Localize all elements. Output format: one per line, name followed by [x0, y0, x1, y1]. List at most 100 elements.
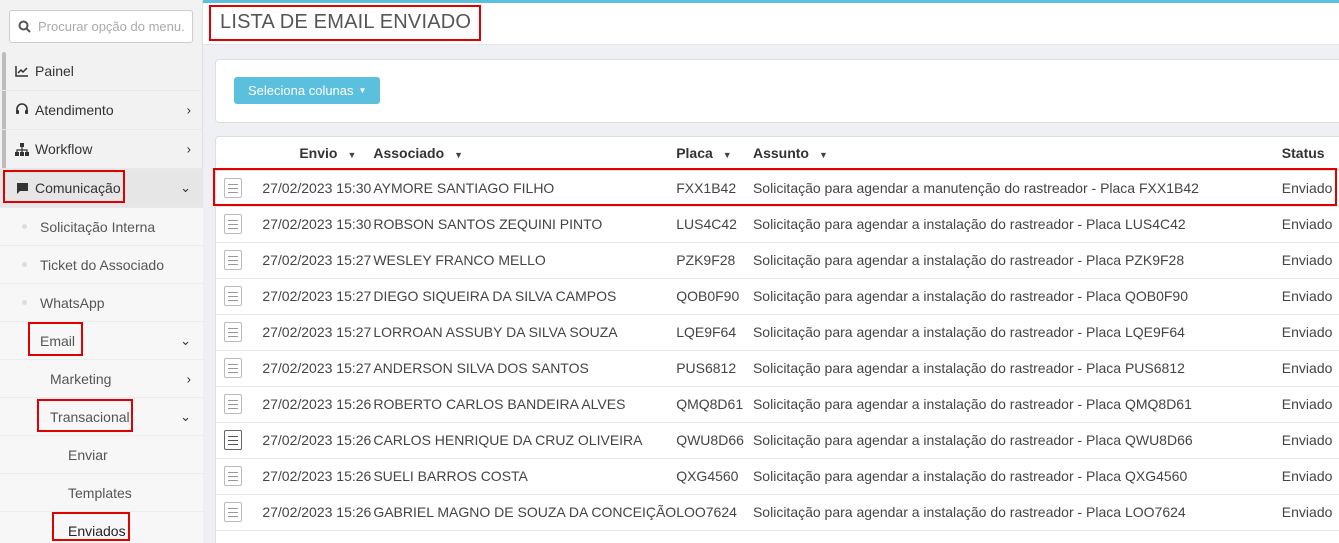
tree-dot	[22, 262, 27, 267]
cell-associado: SUELI BARROS COSTA	[371, 458, 677, 495]
sidebar-item-whatsapp[interactable]: WhatsApp	[0, 284, 203, 322]
cell-envio: 27/02/2023 15:27	[254, 242, 372, 279]
document-icon-line	[228, 187, 238, 189]
table-row[interactable]: 27/02/2023 15:26 CARLOS HENRIQUE DA CRUZ …	[216, 422, 1339, 459]
tree-dot	[22, 224, 27, 229]
chevron-right-icon: ›	[186, 141, 191, 157]
table-row[interactable]: 27/02/2023 15:26 GABRIEL MAGNO DE SOUZA D…	[216, 494, 1339, 531]
sidebar-item-solicitacao-interna[interactable]: Solicitação Interna	[0, 208, 203, 246]
main-content: Seleciona colunas ▼ Envio ▼ Associado ▼ Pl…	[203, 45, 1339, 543]
document-icon-line	[228, 407, 238, 409]
document-icon[interactable]	[224, 466, 242, 486]
document-icon-line	[228, 259, 238, 261]
cell-associado: DIEGO SIQUEIRA DA SILVA CAMPOS	[371, 278, 677, 315]
table-row[interactable]: 27/02/2023 15:27 ANDERSON SILVA DOS SANTO…	[216, 350, 1339, 387]
table-row[interactable]: 27/02/2023 15:27 DIEGO SIQUEIRA DA SILVA …	[216, 278, 1339, 315]
document-icon[interactable]	[224, 502, 242, 522]
cell-actions	[216, 458, 255, 495]
sidebar-item-label: Templates	[68, 484, 132, 501]
cell-assunto: Solicitação para agendar a instalação do…	[752, 206, 1282, 243]
sidebar-item-workflow[interactable]: Workflow ›	[0, 130, 203, 169]
cell-envio: 27/02/2023 15:30	[254, 169, 372, 207]
email-table: Envio ▼ Associado ▼ Placa ▼ Assunto ▼ Status…	[216, 137, 1339, 531]
cell-status: Enviado	[1281, 242, 1339, 279]
cell-placa: PUS6812	[676, 350, 753, 387]
sidebar-item-label: Solicitação Interna	[40, 218, 156, 235]
sidebar-item-enviados[interactable]: Enviados	[0, 512, 203, 543]
table-row[interactable]: 27/02/2023 15:30 AYMORE SANTIAGO FILHO FXX…	[216, 169, 1339, 207]
cell-assunto: Solicitação para agendar a instalação do…	[752, 314, 1282, 351]
document-icon[interactable]	[224, 394, 242, 414]
sidebar-item-marketing[interactable]: Marketing ›	[0, 360, 203, 398]
cell-associado: ROBSON SANTOS ZEQUINI PINTO	[371, 206, 677, 243]
document-icon[interactable]	[224, 178, 242, 199]
cell-status: Enviado	[1281, 314, 1339, 351]
cell-associado: GABRIEL MAGNO DE SOUZA DA CONCEIÇÃO	[371, 494, 677, 531]
cell-placa: PZK9F28	[676, 242, 753, 279]
document-icon-line	[228, 335, 238, 337]
cell-associado: CARLOS HENRIQUE DA CRUZ OLIVEIRA	[371, 422, 677, 459]
sidebar-item-label: Transacional	[50, 408, 130, 425]
cell-actions	[216, 242, 255, 279]
document-icon-line	[228, 403, 238, 405]
table-row[interactable]: 27/02/2023 15:26 ROBERTO CARLOS BANDEIRA …	[216, 386, 1339, 423]
sidebar-item-comunicacao[interactable]: Comunicação ⌄	[0, 169, 203, 208]
sidebar-item-enviar[interactable]: Enviar	[0, 436, 203, 474]
document-icon-line	[228, 399, 238, 401]
cell-actions	[216, 422, 255, 459]
sidebar-item-label: Enviados	[68, 522, 126, 539]
col-envio[interactable]: Envio ▼	[254, 137, 372, 171]
sidebar-item-label: Atendimento	[35, 102, 114, 118]
document-icon-line	[228, 439, 238, 441]
document-icon-line	[228, 291, 238, 293]
col-status-label: Status	[1281, 145, 1325, 161]
table-row[interactable]: 27/02/2023 15:26 SUELI BARROS COSTA QXG456…	[216, 458, 1339, 495]
col-placa[interactable]: Placa ▼	[676, 137, 753, 171]
cell-envio: 27/02/2023 15:27	[254, 314, 372, 351]
document-icon-line	[228, 255, 238, 257]
document-icon-line	[228, 371, 238, 373]
sidebar-item-painel[interactable]: Painel	[0, 52, 203, 91]
document-icon-line	[228, 295, 238, 297]
sitemap-icon	[15, 142, 29, 156]
document-icon-line	[228, 515, 238, 517]
sidebar-item-email[interactable]: Email ⌄	[0, 322, 203, 360]
select-columns-button[interactable]: Seleciona colunas ▼	[234, 77, 381, 104]
sort-caret-icon: ▼	[454, 150, 464, 160]
sidebar-item-label: Enviar	[68, 446, 108, 463]
col-assunto[interactable]: Assunto ▼	[752, 137, 1282, 171]
document-icon[interactable]	[224, 214, 242, 234]
document-icon-line	[228, 223, 238, 225]
cell-associado: WESLEY FRANCO MELLO	[371, 242, 677, 279]
col-associado-label: Associado	[373, 145, 445, 161]
table-row[interactable]: 27/02/2023 15:30 ROBSON SANTOS ZEQUINI PI…	[216, 206, 1339, 243]
document-icon[interactable]	[224, 250, 242, 270]
select-columns-label: Seleciona colunas	[248, 83, 354, 98]
sidebar-item-atendimento[interactable]: Atendimento ›	[0, 91, 203, 130]
cell-envio: 27/02/2023 15:26	[254, 494, 372, 531]
sidebar-item-label: Workflow	[35, 141, 93, 157]
document-icon-line	[228, 183, 238, 185]
col-assunto-label: Assunto	[752, 145, 809, 161]
col-status[interactable]: Status	[1281, 137, 1339, 171]
sidebar-item-ticket-associado[interactable]: Ticket do Associado	[0, 246, 203, 284]
cell-assunto: Solicitação para agendar a instalação do…	[752, 278, 1282, 315]
sidebar-item-label: Comunicação	[35, 180, 121, 196]
document-icon-line	[228, 227, 238, 229]
cell-envio: 27/02/2023 15:26	[254, 422, 372, 459]
col-associado[interactable]: Associado ▼	[371, 137, 677, 171]
document-icon[interactable]	[224, 358, 242, 378]
document-icon[interactable]	[224, 430, 242, 450]
menu-search-input[interactable]	[38, 19, 186, 34]
cell-placa: LQE9F64	[676, 314, 753, 351]
cell-status: Enviado	[1281, 386, 1339, 423]
cell-status: Enviado	[1281, 458, 1339, 495]
document-icon[interactable]	[224, 322, 242, 342]
sidebar-item-templates[interactable]: Templates	[0, 474, 203, 512]
cell-assunto: Solicitação para agendar a instalação do…	[752, 242, 1282, 279]
document-icon[interactable]	[224, 286, 242, 306]
document-icon-line	[228, 219, 238, 221]
table-row[interactable]: 27/02/2023 15:27 LORROAN ASSUBY DA SILVA …	[216, 314, 1339, 351]
sidebar-item-transacional[interactable]: Transacional ⌄	[0, 398, 203, 436]
table-row[interactable]: 27/02/2023 15:27 WESLEY FRANCO MELLO PZK9F…	[216, 242, 1339, 279]
